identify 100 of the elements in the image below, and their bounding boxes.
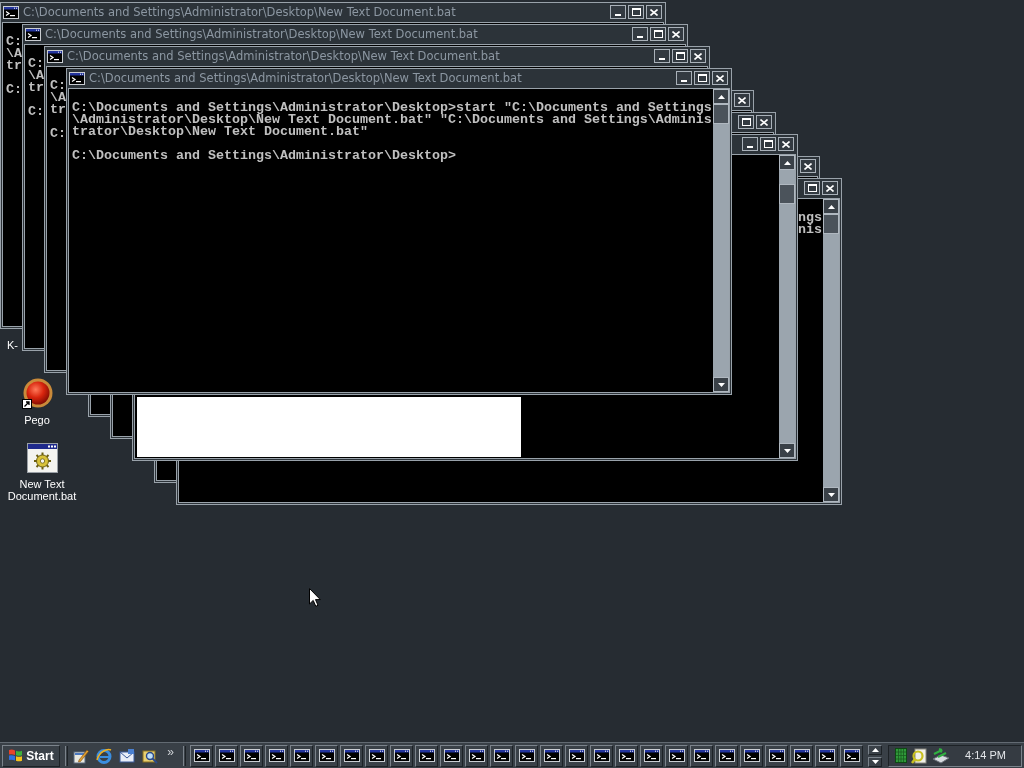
clock[interactable]: 4:14 PM [965, 747, 1006, 764]
minimize-button[interactable] [654, 49, 670, 63]
taskbar-button[interactable] [540, 744, 563, 767]
scroll-thumb[interactable] [713, 104, 729, 124]
close-button[interactable] [756, 115, 772, 129]
scrollbar[interactable] [823, 199, 839, 502]
network-icon[interactable] [931, 747, 950, 764]
up-arrow-icon [871, 747, 879, 752]
close-button[interactable] [822, 181, 838, 195]
scrollbar[interactable] [779, 155, 795, 458]
taskbar-button[interactable] [415, 744, 438, 767]
close-button[interactable] [778, 137, 794, 151]
console-icon [693, 749, 710, 762]
taskbar-button[interactable] [265, 744, 288, 767]
close-icon [826, 184, 834, 192]
notepad-pencil-icon[interactable] [73, 747, 89, 764]
scroll-down-button[interactable] [868, 756, 882, 767]
taskbar-button[interactable] [790, 744, 813, 767]
close-button[interactable] [712, 71, 728, 85]
grid-icon[interactable] [895, 748, 907, 763]
taskbar-button[interactable] [665, 744, 688, 767]
console-icon [293, 749, 310, 762]
console-text: nis [798, 224, 822, 236]
close-icon [672, 30, 680, 38]
close-button[interactable] [800, 159, 816, 173]
console-text: C: [28, 58, 44, 70]
console-text: trator\Desktop\New Text Document.bat" [72, 126, 368, 138]
taskbar-button[interactable] [640, 744, 663, 767]
start-button[interactable]: Start [2, 744, 60, 767]
taskbar-button[interactable] [390, 744, 413, 767]
up-arrow-icon [827, 204, 835, 209]
mail-icon[interactable] [119, 747, 135, 764]
close-button[interactable] [734, 93, 750, 107]
desktop-icon-label[interactable]: New Text Document.bat [5, 478, 79, 502]
taskbar-button[interactable] [240, 744, 263, 767]
search-icon[interactable] [142, 747, 158, 764]
scroll-down-button[interactable] [713, 377, 729, 392]
taskbar-button[interactable] [590, 744, 613, 767]
close-icon [716, 74, 724, 82]
maximize-icon [697, 74, 707, 82]
browser-icon[interactable] [96, 747, 112, 764]
minimize-button[interactable] [742, 137, 758, 151]
taskbar-button[interactable] [815, 744, 838, 767]
desktop-icon-label[interactable]: Pego [24, 414, 50, 426]
taskbar-button[interactable] [365, 744, 388, 767]
taskbar-button[interactable] [465, 744, 488, 767]
more-button[interactable]: » [163, 745, 178, 766]
maximize-button[interactable] [804, 181, 820, 195]
console-icon [818, 749, 835, 762]
close-icon [782, 140, 790, 148]
maximize-button[interactable] [628, 5, 644, 19]
taskbar-button[interactable] [440, 744, 463, 767]
console-icon [518, 749, 535, 762]
maximize-button[interactable] [738, 115, 754, 129]
taskbar-button[interactable] [215, 744, 238, 767]
taskbar-button[interactable] [715, 744, 738, 767]
close-button[interactable] [690, 49, 706, 63]
maximize-button[interactable] [760, 137, 776, 151]
close-button[interactable] [646, 5, 662, 19]
close-icon [804, 162, 812, 170]
flag-icon [8, 749, 24, 762]
taskbar-button[interactable] [490, 744, 513, 767]
taskbar-button[interactable] [190, 744, 213, 767]
minimize-button[interactable] [676, 71, 692, 85]
close-button[interactable] [668, 27, 684, 41]
window-title: C:\Documents and Settings\Administrator\Desktop\New Text Document.bat [67, 49, 500, 63]
taskbar-button[interactable] [765, 744, 788, 767]
scrollbar[interactable] [713, 89, 729, 392]
taskbar-button[interactable] [840, 744, 863, 767]
taskbar-button[interactable] [690, 744, 713, 767]
taskbar-button[interactable] [565, 744, 588, 767]
console-icon [743, 749, 760, 762]
scroll-thumb[interactable] [779, 184, 795, 204]
close-icon [694, 52, 702, 60]
up-arrow-icon [783, 160, 791, 165]
scroll-down-button[interactable] [779, 443, 795, 458]
scroll-up-button[interactable] [779, 155, 795, 170]
minimize-button[interactable] [610, 5, 626, 19]
taskbar-button[interactable] [340, 744, 363, 767]
maximize-button[interactable] [672, 49, 688, 63]
console-icon [318, 749, 335, 762]
scroll-up-button[interactable] [713, 89, 729, 104]
console-icon [493, 749, 510, 762]
scroll-down-button[interactable] [823, 487, 839, 502]
desktop-icon-label[interactable]: K- [7, 339, 18, 351]
taskbar-button[interactable] [615, 744, 638, 767]
maximize-button[interactable] [650, 27, 666, 41]
scroll-up-button[interactable] [868, 744, 882, 755]
minimize-icon [747, 146, 753, 148]
taskbar-button[interactable] [290, 744, 313, 767]
scroll-up-button[interactable] [823, 199, 839, 214]
scroll-thumb[interactable] [823, 214, 839, 234]
window-title: C:\Documents and Settings\Administrator\Desktop\New Text Document.bat [89, 71, 522, 85]
taskbar-button[interactable] [740, 744, 763, 767]
magnifier-icon[interactable] [911, 747, 927, 764]
taskbar-button[interactable] [315, 744, 338, 767]
taskbar-button[interactable] [515, 744, 538, 767]
minimize-button[interactable] [632, 27, 648, 41]
maximize-button[interactable] [694, 71, 710, 85]
console-icon [568, 749, 585, 762]
